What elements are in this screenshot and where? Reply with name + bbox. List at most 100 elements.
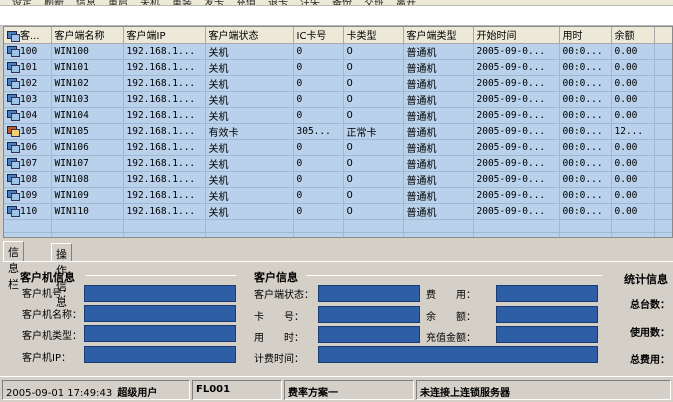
cell-id: 108 [4,171,52,188]
table-row[interactable]: 108 WIN108 192.168.1... 关机 0 0 普通机 2005-09-0...… [4,171,672,188]
cell-balance: 0.00 [611,171,655,188]
card-number-label: 卡 号： [254,312,304,323]
empty-cell [51,232,124,237]
column-header-3[interactable]: 客户端状态 [205,27,294,44]
cell-status: 关机 [205,91,294,108]
cell-filler [654,107,672,124]
client-ip-label: 客户机IP： [22,353,71,364]
cell-text: 00:0... [562,205,603,217]
computer-icon [7,77,20,89]
cell-text: 普通机 [406,159,437,171]
cell-text: 有效卡 [208,127,239,139]
cell-text: 192.168.1... [126,173,196,185]
table-row[interactable]: 105 WIN105 192.168.1... 有效卡 305... 正常卡 普通机 2005… [4,123,672,140]
cell-card-type: 0 [343,139,404,156]
tab-info-panel[interactable]: 信息栏 [3,241,24,291]
cell-text: 0 [296,173,303,185]
tab-operation-info[interactable]: 操作信息 [51,243,72,309]
cell-text: 00:0... [562,77,603,89]
cell-client-type: 普通机 [403,171,474,188]
cell-text: 0.00 [614,141,638,153]
empty-cell [4,219,52,233]
cell-text: 0.00 [614,157,638,169]
cell-balance: 0.00 [611,75,655,92]
cell-client-type: 普通机 [403,123,474,140]
cell-card-type: 0 [343,171,404,188]
cell-name: WIN104 [51,107,124,124]
recharge-label: 充值金额： [426,333,476,344]
grid-body: 100 WIN100 192.168.1... 关机 0 0 普通机 2005-09-0...… [4,43,672,237]
table-row[interactable]: 102 WIN102 192.168.1... 关机 0 0 普通机 2005-09-0...… [4,75,672,92]
cell-text: 关机 [208,63,229,75]
cell-start: 2005-09-0... [473,91,560,108]
cell-text: 00:0... [562,109,603,121]
cell-text: 0 [346,189,353,201]
column-header-label: IC卡号 [296,31,327,43]
recharge-value [496,326,598,343]
column-header-1[interactable]: 客户端名称 [51,27,124,44]
table-row[interactable]: 104 WIN104 192.168.1... 关机 0 0 普通机 2005-09-0...… [4,107,672,124]
cell-client-type: 普通机 [403,107,474,124]
cell-text: 0 [346,141,353,153]
empty-cell [654,219,672,233]
computer-icon [7,61,20,73]
cell-balance: 0.00 [611,187,655,204]
cell-text: 192.168.1... [126,157,196,169]
status-user: 超级用户 [117,388,158,399]
total-machines-label: 总台数： [630,300,670,311]
cell-start: 2005-09-0... [473,59,560,76]
cell-text: 0.00 [614,77,638,89]
fee-label: 费 用： [426,290,476,301]
empty-cell [51,219,124,233]
cell-used: 00:0... [559,91,612,108]
cell-text: 普通机 [406,143,437,155]
client-type-label: 客户机类型： [22,331,82,342]
column-header-7[interactable]: 开始时间 [473,27,560,44]
column-header-4[interactable]: IC卡号 [293,27,344,44]
cell-filler [654,91,672,108]
table-row[interactable]: 101 WIN101 192.168.1... 关机 0 0 普通机 2005-09-0...… [4,59,672,76]
table-row[interactable]: 100 WIN100 192.168.1... 关机 0 0 普通机 2005-09-0...… [4,43,672,60]
cell-id: 102 [4,75,52,92]
computer-icon [7,109,20,121]
table-row[interactable]: 110 WIN110 192.168.1... 关机 0 0 普通机 2005-09-0...… [4,203,672,220]
table-row[interactable]: 106 WIN106 192.168.1... 关机 0 0 普通机 2005-09-0...… [4,139,672,156]
cell-start: 2005-09-0... [473,123,560,140]
column-header-0[interactable]: 客... [4,27,52,44]
column-header-5[interactable]: 卡类型 [343,27,404,44]
customer-status-value [318,285,420,302]
cell-name: WIN102 [51,75,124,92]
empty-cell [123,219,206,233]
cell-status: 关机 [205,187,294,204]
column-header-filler [654,27,672,44]
column-header-label: 客户端名称 [54,31,105,43]
table-row[interactable]: 103 WIN103 192.168.1... 关机 0 0 普通机 2005-09-0...… [4,91,672,108]
client-grid[interactable]: 客... 客户端名称 客户端IP 客户端状态 IC卡号 卡类型 客户端类型 开始时间 用时 余额 … [3,26,673,238]
cell-text: 00:0... [562,93,603,105]
table-row[interactable]: 107 WIN107 192.168.1... 关机 0 0 普通机 2005-09-0...… [4,155,672,172]
stats-title: 统计信息 [624,273,668,286]
column-header-6[interactable]: 客户端类型 [403,27,474,44]
table-row[interactable]: 109 WIN109 192.168.1... 关机 0 0 普通机 2005-09-0...… [4,187,672,204]
cell-id: 106 [4,139,52,156]
column-header-8[interactable]: 用时 [559,27,612,44]
cell-text: 0.00 [614,205,638,217]
cell-filler [654,59,672,76]
column-header-9[interactable]: 余额 [611,27,655,44]
column-header-label: 客... [20,31,40,43]
cell-used: 00:0... [559,75,612,92]
cell-filler [654,155,672,172]
cell-text: 108 [20,173,38,185]
cell-balance: 0.00 [611,59,655,76]
column-header-2[interactable]: 客户端IP [123,27,206,44]
client-number-value [84,285,236,302]
cell-text: WIN104 [54,109,89,121]
cell-card-type: 0 [343,43,404,60]
cell-text: 普通机 [406,79,437,91]
cell-text: WIN109 [54,189,89,201]
cell-text: 0 [296,189,303,201]
cell-text: WIN106 [54,141,89,153]
cell-text: WIN105 [54,125,89,137]
cell-text: WIN110 [54,205,89,217]
cell-text: 0.00 [614,61,638,73]
